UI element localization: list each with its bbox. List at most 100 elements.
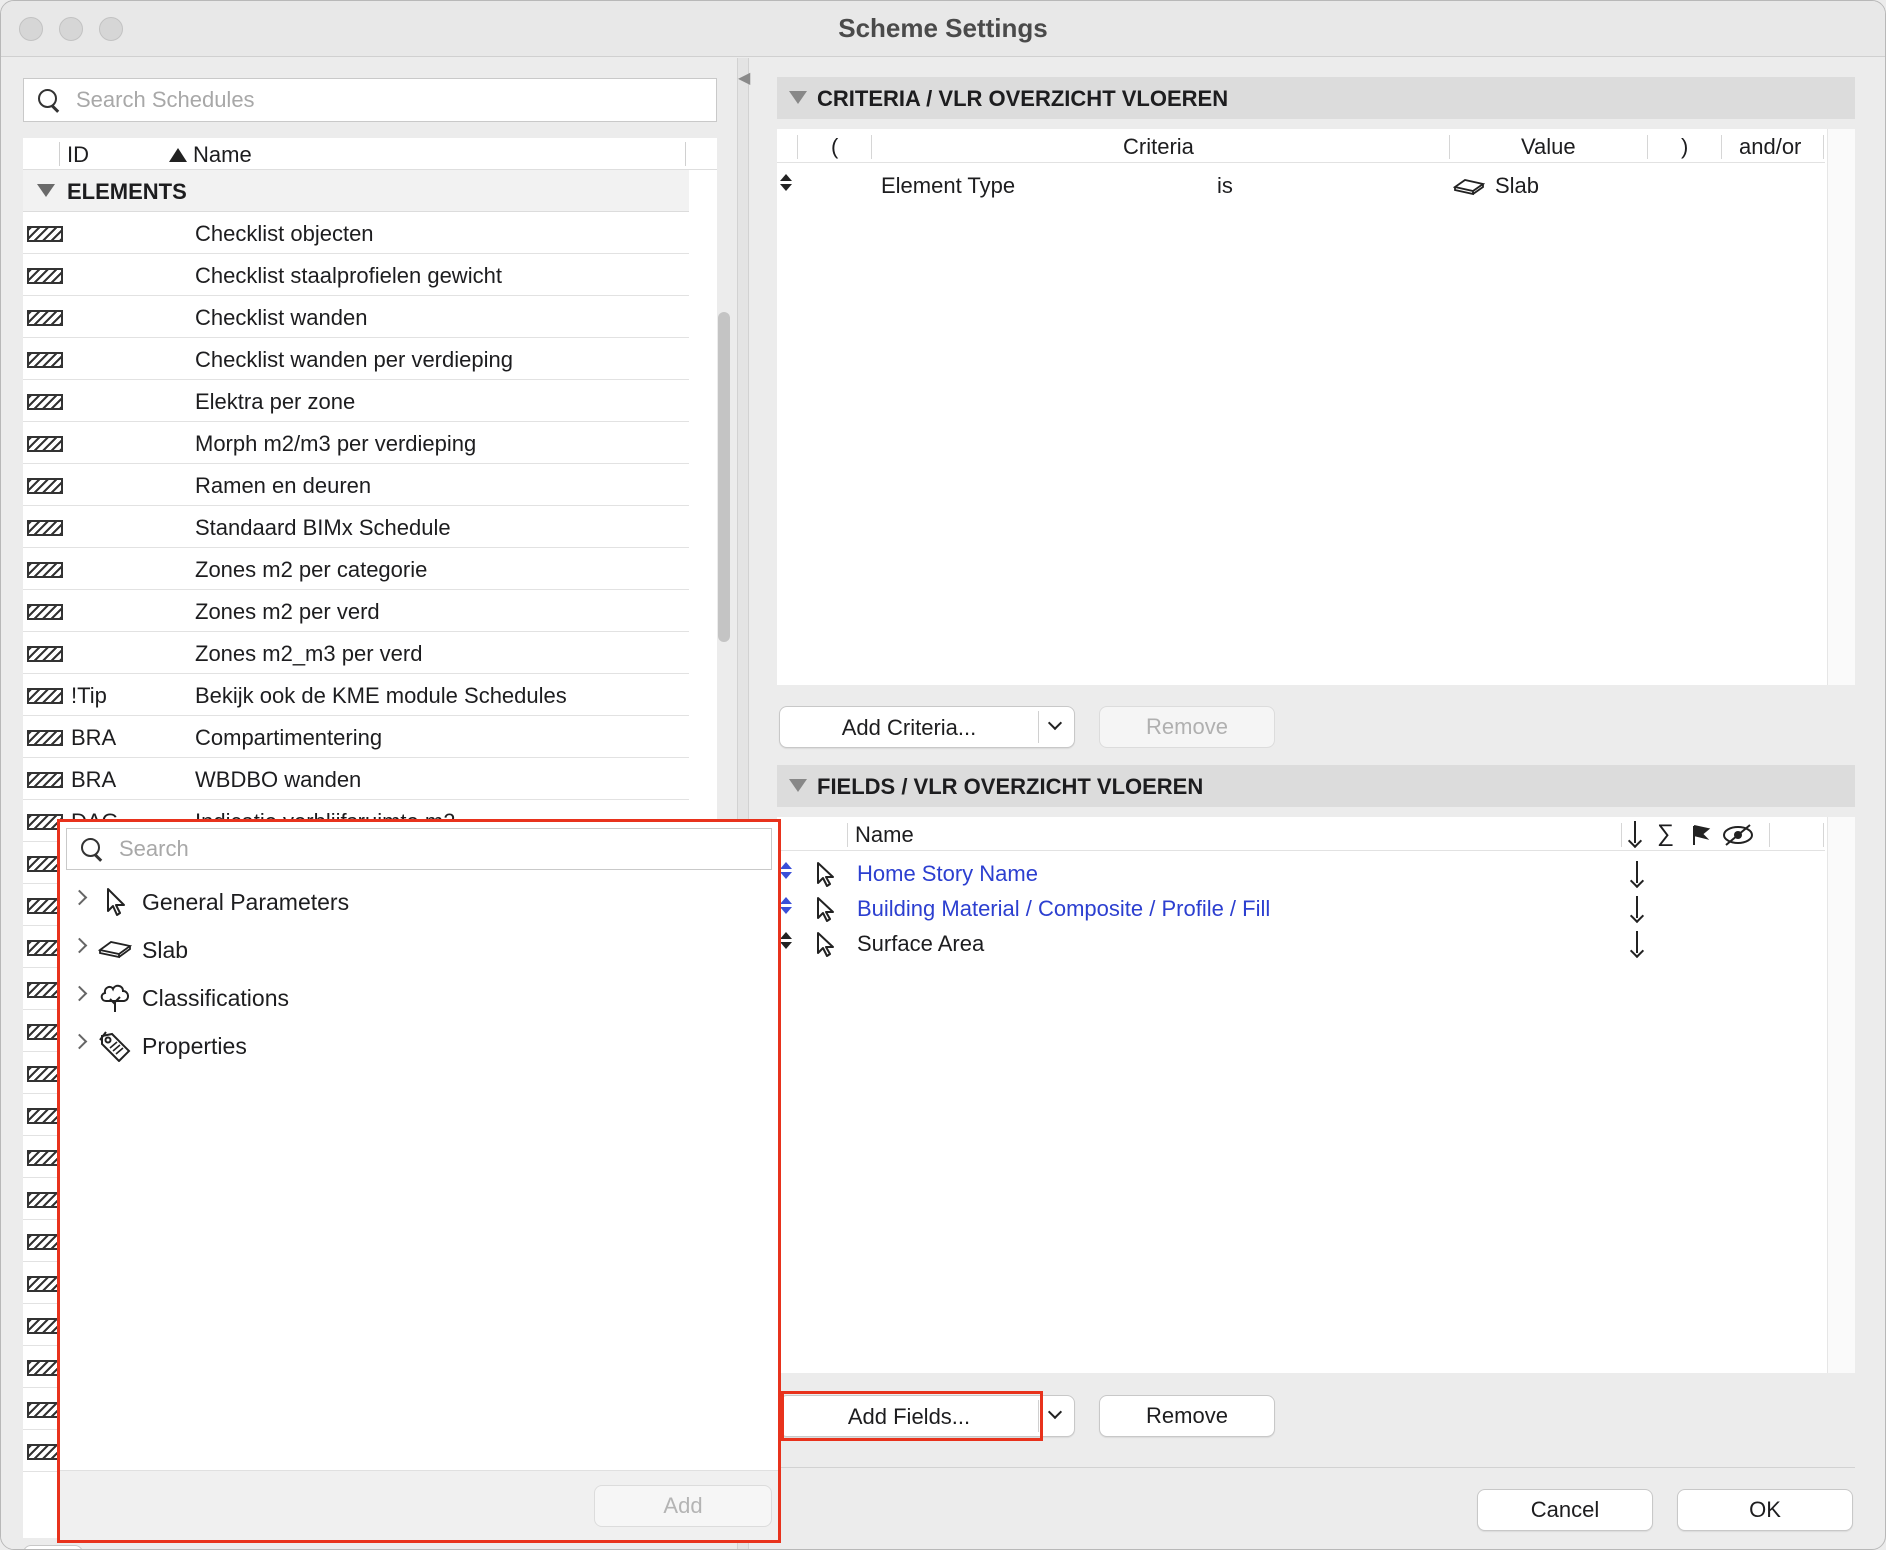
fields-scrollbar[interactable] <box>1827 817 1855 1373</box>
tree-item-label: General Parameters <box>142 889 350 915</box>
criteria-value[interactable]: Slab <box>1495 173 1539 199</box>
field-name[interactable]: Surface Area <box>857 931 984 957</box>
schedule-row[interactable]: Zones m2 per verd <box>23 590 689 632</box>
fields-section-header[interactable]: FIELDS / VLR OVERZICHT VLOEREN <box>777 765 1855 807</box>
criteria-operator[interactable]: is <box>1217 173 1233 199</box>
search-icon <box>38 89 60 111</box>
flag-icon <box>1693 825 1711 845</box>
criteria-section-title: CRITERIA / VLR OVERZICHT VLOEREN <box>817 86 1229 111</box>
sort-ascending-icon <box>169 148 187 162</box>
schedule-row[interactable]: Standaard BIMx Schedule <box>23 506 689 548</box>
add-criteria-button[interactable]: Add Criteria... <box>779 706 1075 748</box>
schedule-search-box[interactable] <box>23 78 717 122</box>
add-criteria-dropdown[interactable] <box>1040 707 1074 747</box>
criteria-row[interactable]: Element Type is Slab <box>777 165 1825 205</box>
popover-search-box[interactable] <box>66 828 772 870</box>
group-row-elements[interactable]: ELEMENTS <box>23 170 689 212</box>
sort-direction-icon[interactable] <box>1629 929 1645 957</box>
schedule-icon <box>27 520 63 536</box>
schedule-search-input[interactable] <box>76 87 630 113</box>
schedule-id: BRA <box>71 767 117 792</box>
schedule-name: Checklist wanden <box>195 305 368 330</box>
schedule-row[interactable]: !Tip Bekijk ook de KME module Schedules <box>23 674 689 716</box>
schedule-icon <box>27 562 63 578</box>
fields-section-title: FIELDS / VLR OVERZICHT VLOEREN <box>817 774 1204 799</box>
chevron-right-icon[interactable] <box>71 1033 88 1050</box>
schedule-row[interactable]: Checklist wanden per verdieping <box>23 338 689 380</box>
column-header-name[interactable]: Name <box>193 142 252 168</box>
tag-icon <box>98 1030 132 1063</box>
add-fields-popover: General Parameters Slab Classifications Pro… <box>57 819 781 1543</box>
column-header-value: Value <box>1521 134 1576 159</box>
criteria-scrollbar[interactable] <box>1827 129 1855 685</box>
sort-direction-icon[interactable] <box>1629 894 1645 922</box>
schedule-row[interactable]: BRA Compartimentering <box>23 716 689 758</box>
schedule-icon <box>27 226 63 242</box>
tree-item-label: Properties <box>142 1033 247 1059</box>
remove-criteria-button[interactable]: Remove <box>1099 706 1275 748</box>
field-row[interactable]: Surface Area <box>777 923 1825 963</box>
schedule-row[interactable]: Morph m2/m3 per verdieping <box>23 422 689 464</box>
schedule-icon <box>27 310 63 326</box>
criteria-field[interactable]: Element Type <box>881 173 1015 199</box>
left-panel-button[interactable] <box>23 1545 83 1549</box>
schedule-row[interactable]: Zones m2_m3 per verd <box>23 632 689 674</box>
tree-item[interactable]: General Parameters <box>60 878 778 926</box>
schedule-icon <box>27 772 63 788</box>
schedules-scrollbar[interactable] <box>717 312 731 652</box>
remove-fields-button[interactable]: Remove <box>1099 1395 1275 1437</box>
schedule-icon <box>27 646 63 662</box>
schedule-row[interactable]: Checklist wanden <box>23 296 689 338</box>
scheme-settings-window: Scheme Settings ID Name ELEMENTS Checkli… <box>0 0 1886 1550</box>
schedule-name: Elektra per zone <box>195 389 356 414</box>
collapse-left-icon[interactable]: ◀ <box>738 68 750 88</box>
schedule-row[interactable]: BRA WBDBO wanden <box>23 758 689 800</box>
schedule-row[interactable]: Elektra per zone <box>23 380 689 422</box>
chevron-right-icon[interactable] <box>71 937 88 954</box>
add-button[interactable]: Add <box>594 1485 772 1527</box>
chevron-right-icon[interactable] <box>71 985 88 1002</box>
add-criteria-label[interactable]: Add Criteria... <box>780 707 1038 747</box>
schedules-table-header: ID Name <box>23 138 717 170</box>
footer-divider <box>777 1467 1855 1468</box>
popover-search-input[interactable] <box>119 836 683 862</box>
schedule-row[interactable]: Ramen en deuren <box>23 464 689 506</box>
disclosure-triangle-icon[interactable] <box>37 184 55 197</box>
reorder-handle-icon[interactable] <box>779 931 793 951</box>
schedule-row[interactable]: Zones m2 per categorie <box>23 548 689 590</box>
schedule-row[interactable]: Checklist staalprofielen gewicht <box>23 254 689 296</box>
disclosure-triangle-icon[interactable] <box>789 91 807 104</box>
chevron-right-icon[interactable] <box>71 889 88 906</box>
schedule-name: Checklist wanden per verdieping <box>195 347 513 372</box>
add-fields-dropdown[interactable] <box>1040 1396 1074 1436</box>
field-name[interactable]: Home Story Name <box>857 861 1038 887</box>
column-header-field-name: Name <box>855 822 914 847</box>
disclosure-triangle-icon[interactable] <box>789 779 807 792</box>
tree-item[interactable]: Classifications <box>60 974 778 1022</box>
schedule-name: Morph m2/m3 per verdieping <box>195 431 477 456</box>
tree-item[interactable]: Properties <box>60 1022 778 1070</box>
column-header-and-or: and/or <box>1739 134 1802 159</box>
column-header-id[interactable]: ID <box>67 142 89 168</box>
cursor-icon <box>817 862 834 887</box>
field-row[interactable]: Building Material / Composite / Profile … <box>777 888 1825 928</box>
criteria-section-header[interactable]: CRITERIA / VLR OVERZICHT VLOEREN <box>777 77 1855 119</box>
reorder-handle-icon[interactable] <box>779 896 793 916</box>
schedule-name: Zones m2_m3 per verd <box>195 641 423 666</box>
schedule-icon <box>27 688 63 704</box>
scrollbar-thumb[interactable] <box>718 312 730 642</box>
schedule-id: BRA <box>71 725 117 750</box>
cancel-button[interactable]: Cancel <box>1477 1489 1653 1531</box>
schedule-name: Bekijk ook de KME module Schedules <box>195 683 567 708</box>
reorder-handle-icon[interactable] <box>779 861 793 881</box>
sort-direction-icon[interactable] <box>1629 859 1645 887</box>
add-fields-highlight <box>781 1391 1043 1441</box>
schedule-row[interactable]: Checklist objecten <box>23 212 689 254</box>
schedule-name: WBDBO wanden <box>195 767 362 792</box>
schedule-icon <box>27 394 63 410</box>
ok-button[interactable]: OK <box>1677 1489 1853 1531</box>
tree-item[interactable]: Slab <box>60 926 778 974</box>
field-name[interactable]: Building Material / Composite / Profile … <box>857 896 1270 922</box>
reorder-handle-icon[interactable] <box>779 173 793 193</box>
field-row[interactable]: Home Story Name <box>777 853 1825 893</box>
